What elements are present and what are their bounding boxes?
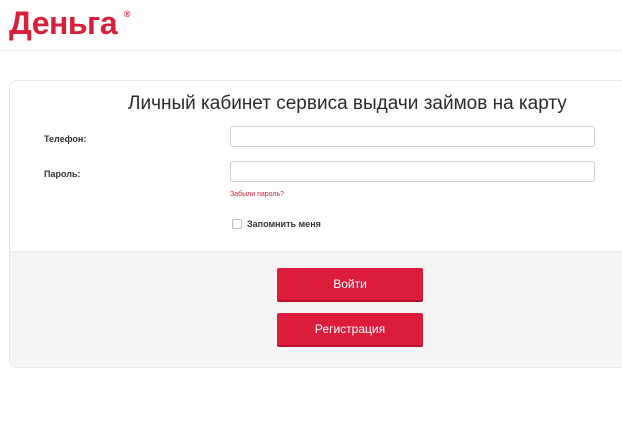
forgot-password-link[interactable]: Забыли пароль? (230, 191, 284, 198)
login-button[interactable]: Войти (277, 268, 423, 302)
checkbox-box[interactable] (232, 219, 242, 229)
password-input[interactable] (230, 161, 595, 182)
password-label: Пароль: (44, 169, 81, 179)
remember-me-checkbox[interactable]: Запомнить меня (232, 219, 321, 229)
brand-logo[interactable]: Деньга (9, 4, 118, 42)
remember-me-label: Запомнить меня (247, 219, 321, 229)
login-card: Личный кабинет сервиса выдачи займов на … (9, 80, 622, 368)
registered-mark: ® (124, 9, 131, 19)
phone-label: Телефон: (44, 134, 87, 144)
site-header: Деньга ® (0, 0, 622, 51)
register-button[interactable]: Регистрация (277, 313, 423, 347)
page-title: Личный кабинет сервиса выдачи займов на … (128, 93, 567, 114)
phone-input[interactable] (230, 126, 595, 147)
